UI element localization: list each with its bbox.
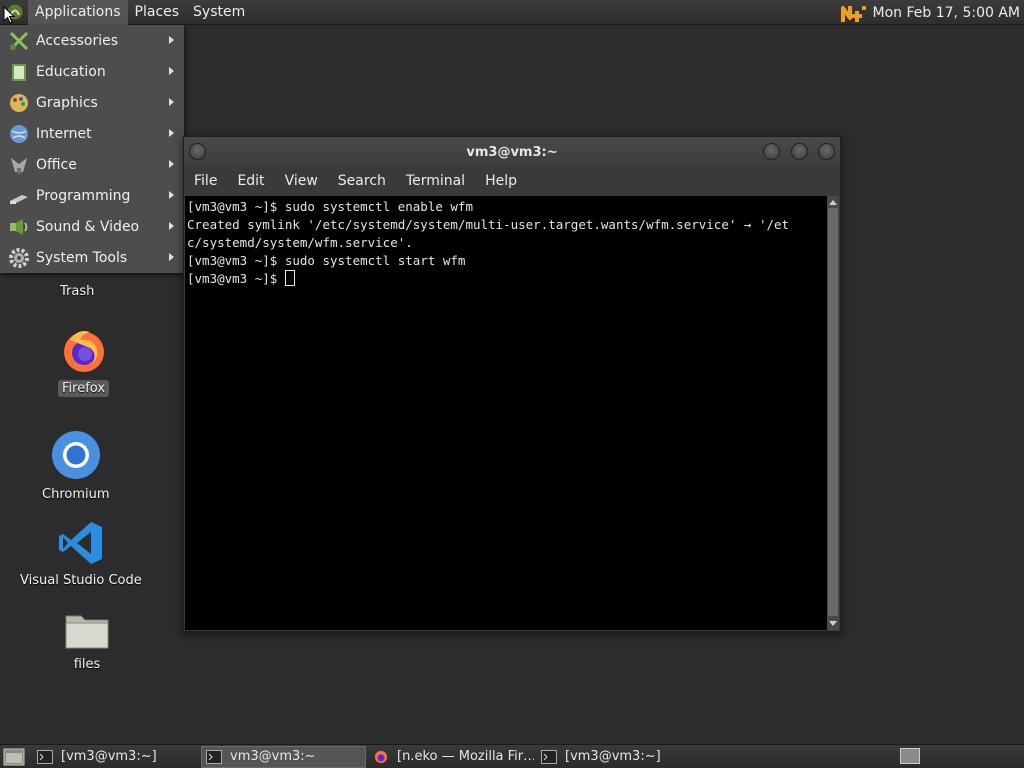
submenu-arrow-icon: [169, 98, 174, 106]
panel-tray: Mon Feb 17, 5:00 AM: [840, 0, 1020, 25]
vscode-icon: [58, 522, 102, 564]
taskbar-item-terminal-2[interactable]: vm3@vm3:~: [201, 745, 366, 768]
desktop-vscode[interactable]: Visual Studio Code: [16, 520, 146, 589]
scroll-down-arrow-icon[interactable]: [829, 621, 837, 626]
menu-help[interactable]: Help: [475, 173, 527, 189]
desktop-icon-label: files: [73, 657, 101, 672]
taskbar-item-label: [vm3@vm3:~]: [61, 749, 157, 764]
menu-item-programming[interactable]: Programming: [0, 180, 184, 211]
workspace-switcher[interactable]: [900, 748, 920, 764]
menu-item-system-tools[interactable]: System Tools: [0, 242, 184, 273]
taskbar-item-label: [vm3@vm3:~]: [565, 749, 661, 764]
submenu-arrow-icon: [169, 191, 174, 199]
desktop-icon-label: Visual Studio Code: [20, 573, 142, 588]
terminal-line: [vm3@vm3 ~]$ sudo systemctl enable wfm: [187, 199, 473, 214]
submenu-arrow-icon: [169, 36, 174, 44]
window-menu-button[interactable]: [189, 143, 206, 160]
taskbar-item-label: [n.eko — Mozilla Fir…: [397, 749, 534, 764]
bottom-taskbar: [vm3@vm3:~] vm3@vm3:~ [n.eko — Mozilla F…: [0, 744, 1024, 768]
education-icon: [8, 61, 30, 83]
close-button[interactable]: [818, 143, 835, 160]
desktop-firefox[interactable]: Firefox: [58, 326, 110, 397]
menu-item-label: Graphics: [36, 94, 98, 111]
menu-item-label: System Tools: [36, 249, 128, 266]
maximize-button[interactable]: [791, 143, 808, 160]
menu-item-label: Sound & Video: [36, 218, 140, 235]
taskbar-item-label: vm3@vm3:~: [230, 749, 316, 764]
terminal-line: Created symlink '/etc/systemd/system/mul…: [187, 217, 790, 232]
desktop-files[interactable]: files: [64, 610, 110, 673]
menu-item-graphics[interactable]: Graphics: [0, 87, 184, 118]
applications-menu[interactable]: Applications: [28, 0, 128, 25]
terminal-window[interactable]: vm3@vm3:~ File Edit View Search Terminal…: [183, 136, 841, 632]
menu-item-label: Programming: [36, 187, 131, 204]
terminal-prompt: [vm3@vm3 ~]$: [187, 271, 285, 286]
chromium-icon: [51, 431, 100, 479]
mouse-pointer-icon: [3, 6, 15, 24]
terminal-line: c/systemd/system/wfm.service'.: [187, 235, 413, 250]
menu-item-education[interactable]: Education: [0, 56, 184, 87]
menu-search[interactable]: Search: [328, 173, 396, 189]
system-menu[interactable]: System: [186, 0, 252, 25]
menu-item-internet[interactable]: Internet: [0, 118, 184, 149]
top-panel: Applications Places System Mon Feb 17, 5…: [0, 0, 1024, 25]
applications-dropdown: Accessories Education Graphics Internet …: [0, 25, 184, 273]
menu-terminal[interactable]: Terminal: [396, 173, 475, 189]
terminal-scrollbar[interactable]: [827, 196, 839, 630]
menu-item-label: Internet: [36, 125, 92, 142]
taskbar-item-terminal-1[interactable]: [vm3@vm3:~]: [33, 746, 198, 768]
accessories-icon: [8, 30, 30, 52]
scroll-up-arrow-icon[interactable]: [829, 200, 837, 205]
firefox-icon: [374, 750, 388, 763]
show-desktop-icon[interactable]: [3, 747, 25, 767]
menu-view[interactable]: View: [275, 173, 328, 189]
neko-logo-icon: [840, 5, 866, 22]
terminal-icon: [37, 749, 53, 764]
folder-icon: [65, 615, 109, 649]
graphics-icon: [8, 92, 30, 114]
submenu-arrow-icon: [169, 67, 174, 75]
submenu-arrow-icon: [169, 253, 174, 261]
clock[interactable]: Mon Feb 17, 5:00 AM: [873, 5, 1020, 21]
desktop-trash[interactable]: Trash: [56, 277, 98, 300]
desktop-chromium[interactable]: Chromium: [38, 430, 114, 503]
submenu-arrow-icon: [169, 129, 174, 137]
menu-item-sound-video[interactable]: Sound & Video: [0, 211, 184, 242]
terminal-titlebar[interactable]: vm3@vm3:~: [184, 137, 840, 167]
menu-item-office[interactable]: Office: [0, 149, 184, 180]
terminal-icon: [541, 749, 557, 764]
terminal-cursor: [284, 270, 295, 286]
desktop-icon-label: Trash: [60, 284, 95, 299]
internet-icon: [8, 123, 30, 145]
scrollbar-thumb[interactable]: [828, 208, 838, 616]
window-title: vm3@vm3:~: [466, 144, 558, 160]
desktop-icon-label: Firefox: [58, 380, 110, 397]
terminal-line: [vm3@vm3 ~]$ sudo systemctl start wfm: [187, 253, 466, 268]
menu-item-label: Education: [36, 63, 106, 80]
sound-video-icon: [8, 216, 30, 238]
menu-edit[interactable]: Edit: [227, 173, 274, 189]
firefox-icon: [63, 331, 104, 372]
system-tools-icon: [8, 247, 30, 269]
menu-item-label: Accessories: [36, 32, 119, 49]
minimize-button[interactable]: [763, 143, 780, 160]
programming-icon: [8, 185, 30, 207]
submenu-arrow-icon: [169, 160, 174, 168]
taskbar-item-terminal-3[interactable]: [vm3@vm3:~]: [537, 746, 702, 768]
terminal-menubar: File Edit View Search Terminal Help: [184, 167, 840, 195]
places-menu[interactable]: Places: [128, 0, 187, 25]
menu-item-label: Office: [36, 156, 77, 173]
menu-file[interactable]: File: [184, 173, 227, 189]
terminal-prompt-line: [vm3@vm3 ~]$: [187, 270, 828, 288]
taskbar-item-firefox[interactable]: [n.eko — Mozilla Fir…: [369, 746, 534, 768]
submenu-arrow-icon: [169, 222, 174, 230]
desktop-icon-label: Chromium: [42, 487, 110, 502]
office-icon: [8, 154, 30, 176]
terminal-icon: [206, 749, 222, 764]
menu-item-accessories[interactable]: Accessories: [0, 25, 184, 56]
terminal-output[interactable]: [vm3@vm3 ~]$ sudo systemctl enable wfm Cr…: [185, 196, 828, 630]
